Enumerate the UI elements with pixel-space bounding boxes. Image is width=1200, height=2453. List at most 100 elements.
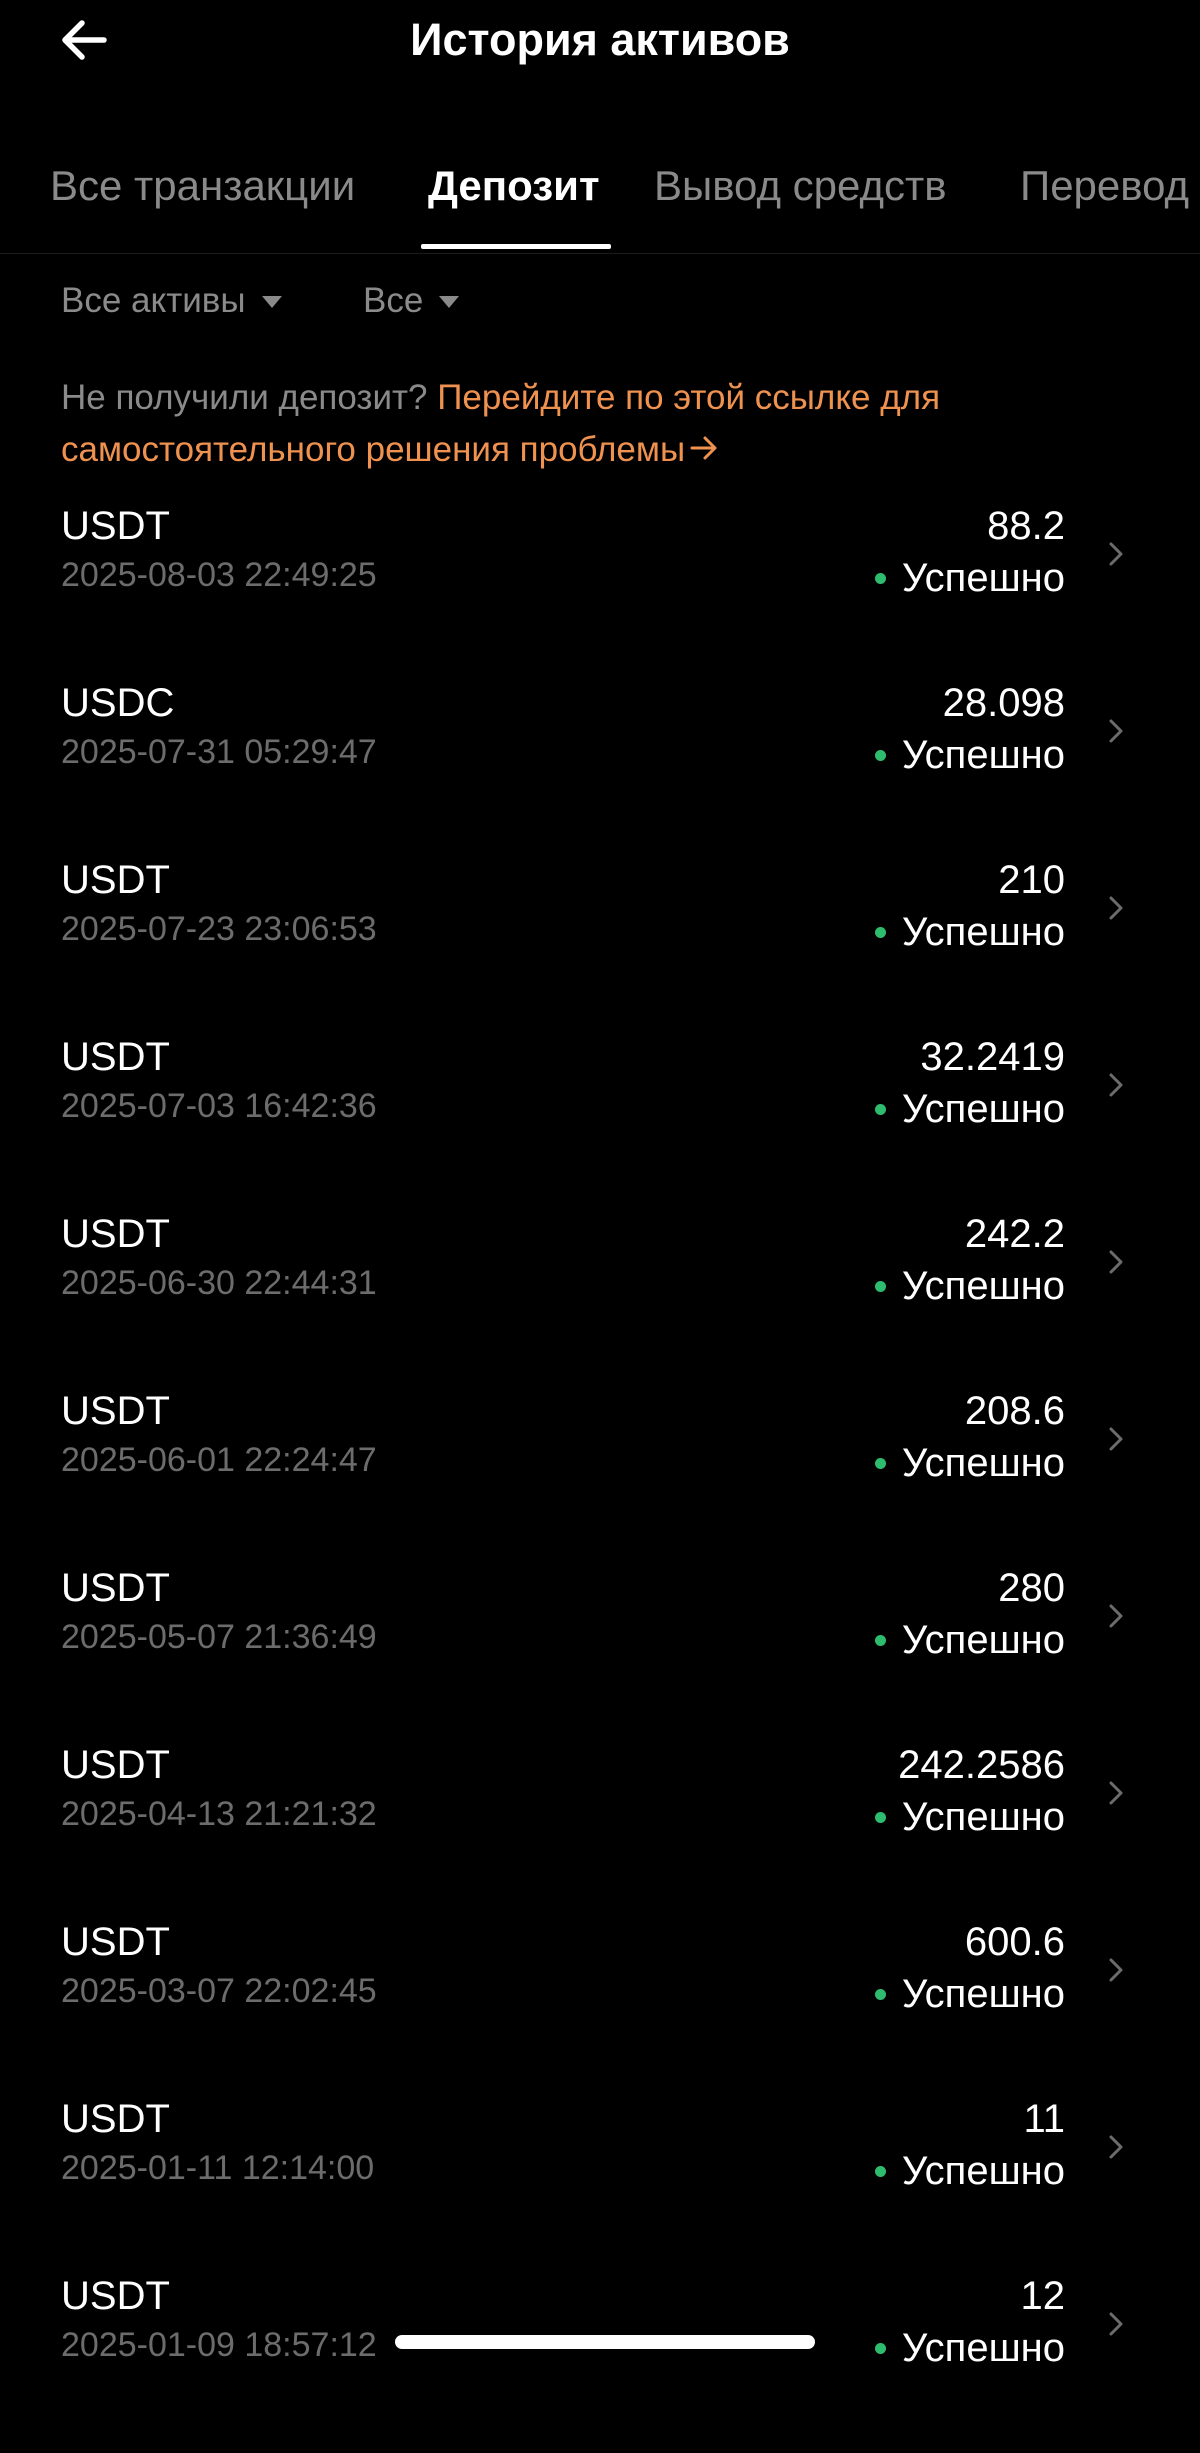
transaction-status: Успешно [874, 729, 1065, 781]
status-filter-label: Все [363, 281, 424, 320]
transaction-amount: 210 [998, 858, 1065, 902]
transaction-amount: 32.2419 [920, 1035, 1065, 1079]
transaction-time: 2025-05-07 21:36:49 [61, 1618, 377, 1656]
status-dot-icon [874, 2342, 886, 2354]
status-dot-icon [874, 1280, 886, 1292]
status-label: Успешно [901, 556, 1065, 600]
transaction-time: 2025-04-13 21:21:32 [61, 1795, 377, 1833]
chevron-right-icon [1109, 1781, 1123, 1805]
status-label: Успешно [901, 1795, 1065, 1839]
tab-deposit[interactable]: Депозит [428, 158, 600, 214]
transaction-row[interactable]: USDC 2025-07-31 05:29:47 28.098 Успешно [0, 677, 1200, 854]
transaction-row[interactable]: USDT 2025-04-13 21:21:32 242.2586 Успешн… [0, 1739, 1200, 1916]
status-dot-icon [874, 2165, 886, 2177]
tab-all-transactions[interactable]: Все транзакции [50, 158, 355, 214]
transaction-asset: USDT [61, 2097, 170, 2141]
status-label: Успешно [901, 1618, 1065, 1662]
status-label: Успешно [901, 1972, 1065, 2016]
chevron-right-icon [1109, 1604, 1123, 1628]
status-dot-icon [874, 1988, 886, 2000]
home-indicator[interactable] [395, 2335, 815, 2349]
transaction-amount: 208.6 [964, 1389, 1065, 1433]
transaction-time: 2025-03-07 22:02:45 [61, 1972, 377, 2010]
transaction-row[interactable]: USDT 2025-06-30 22:44:31 242.2 Успешно [0, 1208, 1200, 1385]
transaction-status: Успешно [874, 2145, 1065, 2197]
caret-down-icon [261, 296, 282, 308]
transaction-time: 2025-08-03 22:49:25 [61, 556, 377, 594]
asset-history-page: История активов Все транзакции Депозит В… [0, 0, 1200, 2453]
transaction-asset: USDT [61, 1389, 170, 1433]
transaction-amount: 28.098 [942, 681, 1065, 725]
transaction-amount: 11 [1023, 2097, 1065, 2141]
transaction-time: 2025-01-11 12:14:00 [61, 2149, 375, 2187]
status-label: Успешно [901, 1264, 1065, 1308]
status-label: Успешно [901, 2326, 1065, 2370]
transaction-asset: USDT [61, 1035, 170, 1079]
chevron-right-icon [1109, 896, 1123, 920]
status-label: Успешно [901, 1441, 1065, 1485]
status-label: Успешно [901, 733, 1065, 777]
transaction-amount: 88.2 [987, 504, 1065, 548]
transaction-row[interactable]: USDT 2025-03-07 22:02:45 600.6 Успешно [0, 1916, 1200, 2093]
transaction-asset: USDT [61, 1920, 170, 1964]
transaction-time: 2025-07-31 05:29:47 [61, 733, 377, 771]
transaction-asset: USDT [61, 858, 170, 902]
transaction-time: 2025-01-09 18:57:12 [61, 2326, 377, 2364]
transaction-asset: USDC [61, 681, 175, 725]
chevron-right-icon [1109, 1250, 1123, 1274]
transaction-asset: USDT [61, 504, 170, 548]
transaction-time: 2025-07-23 23:06:53 [61, 910, 377, 948]
status-label: Успешно [901, 910, 1065, 954]
transaction-asset: USDT [61, 1566, 170, 1610]
transaction-status: Успешно [874, 906, 1065, 958]
transaction-amount: 12 [1020, 2274, 1066, 2318]
asset-filter-dropdown[interactable]: Все активы [61, 278, 282, 324]
chevron-right-icon [1109, 2312, 1123, 2336]
transaction-status: Успешно [874, 1260, 1065, 1312]
chevron-right-icon [1109, 2135, 1123, 2159]
transaction-status: Успешно [874, 1968, 1065, 2020]
status-dot-icon [874, 1457, 886, 1469]
active-tab-indicator [421, 244, 611, 249]
status-dot-icon [874, 1103, 886, 1115]
transaction-status: Успешно [874, 1791, 1065, 1843]
transaction-status: Успешно [874, 1437, 1065, 1489]
transaction-status: Успешно [874, 1614, 1065, 1666]
status-label: Успешно [901, 2149, 1065, 2193]
page-title: История активов [410, 14, 790, 65]
status-dot-icon [874, 1634, 886, 1646]
transaction-row[interactable]: USDT 2025-01-11 12:14:00 11 Успешно [0, 2093, 1200, 2270]
chevron-right-icon [1109, 1427, 1123, 1451]
transaction-amount: 242.2 [964, 1212, 1065, 1256]
chevron-right-icon [1109, 1958, 1123, 1982]
tab-bar: Все транзакции Депозит Вывод средств Пер… [0, 148, 1200, 254]
transaction-status: Успешно [874, 1083, 1065, 1135]
transaction-row[interactable]: USDT 2025-06-01 22:24:47 208.6 Успешно [0, 1385, 1200, 1562]
transaction-time: 2025-06-01 22:24:47 [61, 1441, 377, 1479]
deposit-help-notice: Не получили депозит? Перейдите по этой с… [61, 372, 1121, 476]
transaction-status: Успешно [874, 2322, 1065, 2374]
transaction-status: Успешно [874, 552, 1065, 604]
transaction-time: 2025-07-03 16:42:36 [61, 1087, 377, 1125]
status-dot-icon [874, 572, 886, 584]
tab-transfer[interactable]: Перевод [1020, 158, 1189, 214]
transaction-amount: 280 [998, 1566, 1065, 1610]
tab-withdrawal[interactable]: Вывод средств [654, 158, 947, 214]
caret-down-icon [439, 296, 460, 308]
asset-filter-label: Все активы [61, 281, 246, 320]
transaction-row[interactable]: USDT 2025-08-03 22:49:25 88.2 Успешно [0, 500, 1200, 677]
transaction-row[interactable]: USDT 2025-07-03 16:42:36 32.2419 Успешно [0, 1031, 1200, 1208]
status-dot-icon [874, 749, 886, 761]
transaction-asset: USDT [61, 1743, 170, 1787]
transaction-asset: USDT [61, 1212, 170, 1256]
arrow-right-icon [690, 436, 717, 460]
header: История активов [0, 0, 1200, 80]
status-filter-dropdown[interactable]: Все [363, 278, 460, 324]
transaction-amount: 242.2586 [898, 1743, 1065, 1787]
bottom-safe-area [0, 2376, 1200, 2453]
transaction-row[interactable]: USDT 2025-05-07 21:36:49 280 Успешно [0, 1562, 1200, 1739]
status-dot-icon [874, 926, 886, 938]
chevron-right-icon [1109, 1073, 1123, 1097]
transaction-row[interactable]: USDT 2025-07-23 23:06:53 210 Успешно [0, 854, 1200, 1031]
chevron-right-icon [1109, 719, 1123, 743]
